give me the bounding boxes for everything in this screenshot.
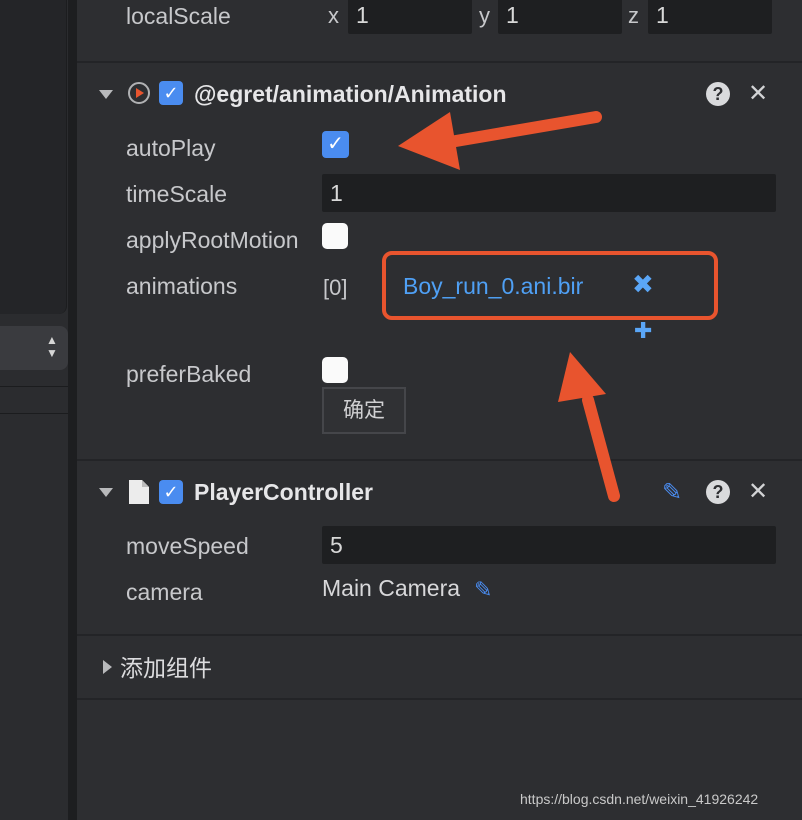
- arrow-shaft-autoplay: [444, 111, 602, 148]
- arrowhead-animations-icon: [558, 352, 606, 402]
- arrow-shaft-animations: [582, 394, 620, 502]
- annotation-arrows: [398, 111, 620, 502]
- watermark: https://blog.csdn.net/weixin_41926242: [520, 791, 759, 807]
- arrowhead-autoplay-icon: [398, 112, 460, 170]
